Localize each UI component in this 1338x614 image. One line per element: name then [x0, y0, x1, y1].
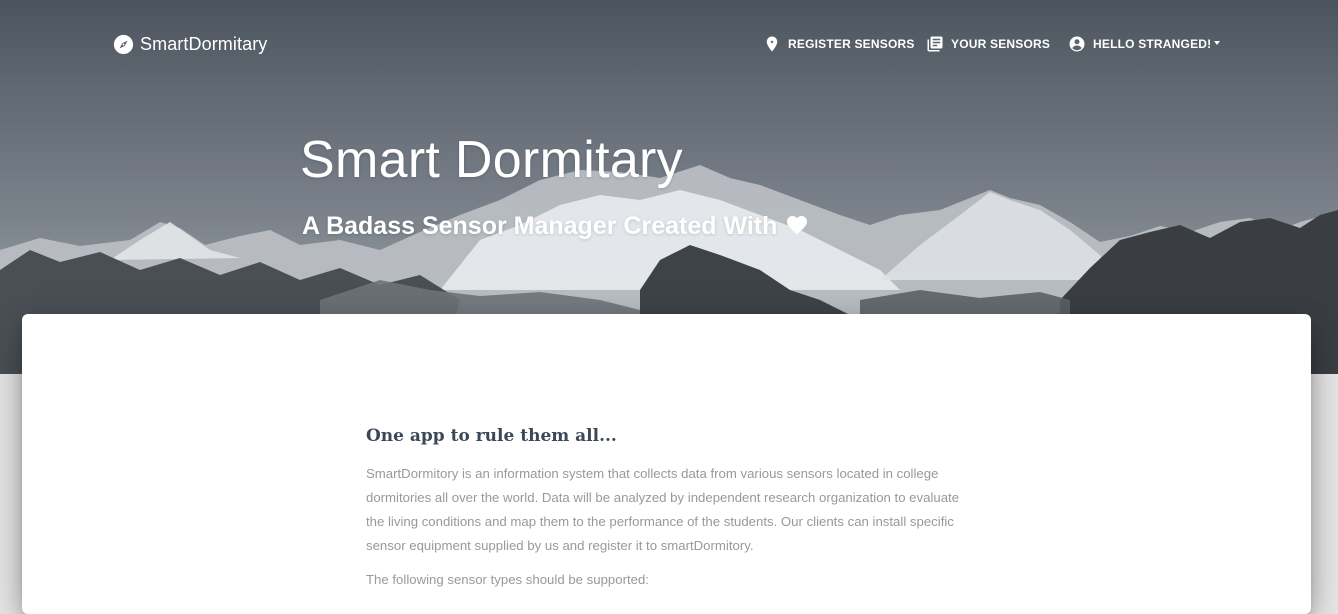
content-heading: One app to rule them all... [366, 426, 617, 446]
main-content-card: One app to rule them all... SmartDormito… [22, 314, 1311, 614]
content-paragraph: SmartDormitory is an information system … [366, 466, 960, 553]
brand-link[interactable]: SmartDormitary [113, 32, 267, 56]
nav-register-sensors-label: REGISTER SENSORS [788, 37, 915, 51]
compass-icon [113, 34, 134, 55]
chevron-down-icon [1214, 41, 1221, 45]
account-circle-icon [1068, 35, 1086, 53]
nav-your-sensors[interactable]: YOUR SENSORS [926, 34, 1050, 54]
heart-icon [785, 213, 809, 235]
map-pin-icon [763, 35, 781, 53]
brand-name: SmartDormitary [140, 33, 268, 54]
navbar: SmartDormitary REGISTER SENSORS YOUR SEN… [0, 0, 1338, 88]
nav-user-dropdown[interactable]: HELLO STRANGED! [1068, 34, 1221, 54]
library-books-icon [926, 35, 944, 53]
hero-subtitle-text: A Badass Sensor Manager Created With [302, 212, 778, 240]
nav-register-sensors[interactable]: REGISTER SENSORS [763, 34, 915, 54]
nav-your-sensors-label: YOUR SENSORS [951, 37, 1051, 51]
nav-user-label: HELLO STRANGED! [1093, 37, 1212, 51]
hero-subtitle: A Badass Sensor Manager Created With [302, 212, 809, 241]
content-paragraph-sensor-types: The following sensor types should be sup… [366, 572, 649, 587]
hero-title: Smart Dormitary [300, 131, 683, 189]
